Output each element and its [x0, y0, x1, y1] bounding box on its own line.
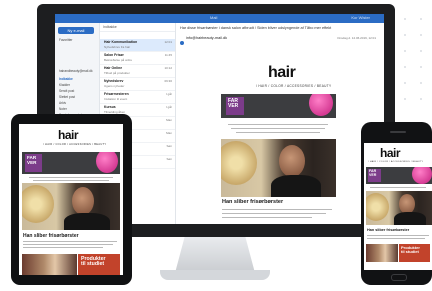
- message-list-title: Indbakke: [103, 25, 117, 29]
- sender-avatar: [180, 41, 184, 45]
- phone-home-button[interactable]: [391, 274, 407, 281]
- phone-speaker: [390, 131, 406, 133]
- email-date: Onsdag d. 12.06.2019, 12:01: [337, 36, 376, 40]
- products-banner[interactable]: Produkter til studiet: [78, 254, 120, 275]
- message-row[interactable]: Hair Online Tilbud på produkter 10:12: [100, 65, 175, 78]
- favorites-header[interactable]: Favoritter: [59, 38, 72, 42]
- newsletter-photo: [22, 183, 120, 230]
- newsletter-banner: FAR VER: [22, 152, 120, 174]
- newsletter-banner: FAR VER: [221, 94, 336, 118]
- folder-inbox[interactable]: Indbakke: [59, 77, 73, 81]
- new-mail-button[interactable]: Ny e-mail: [58, 27, 94, 34]
- newsletter-headline: Han sliber frisørbørster: [23, 233, 79, 239]
- email-subject: Har disse frisørbørster i dansk salon af…: [180, 26, 332, 30]
- newsletter-tagline: / HAIR / COLOR / ACCESSORIES / BEAUTY: [256, 84, 332, 88]
- newsletter-photo: [221, 139, 336, 197]
- monitor-stand: [175, 237, 255, 273]
- folder-sent[interactable]: Sendt post: [59, 89, 74, 93]
- message-row[interactable]: Hair Kommunikation Nyhedsbrev fra hair 12:…: [100, 39, 175, 52]
- user-name[interactable]: Kor Wister: [351, 15, 370, 20]
- product-photo: [22, 254, 77, 275]
- newsletter-logo: hair: [58, 128, 79, 142]
- newsletter-logo: hair: [268, 64, 296, 81]
- message-row[interactable]: Frisørmesteren Invitation til event I går: [100, 91, 175, 104]
- folder-deleted[interactable]: Slettet post: [59, 95, 75, 99]
- products-banner[interactable]: Produkter til studiet: [399, 244, 430, 262]
- tablet-screen: hair / HAIR / COLOR / ACCESSORIES / BEAU…: [19, 124, 123, 275]
- newsletter-logo: hair: [380, 146, 401, 160]
- email-sender[interactable]: info@hairbeauty-mail.dk: [186, 36, 227, 40]
- monitor-stand-base: [160, 270, 270, 280]
- folder-notes[interactable]: Noter: [59, 107, 67, 111]
- outlook-title-bar: Mail Kor Wister: [55, 14, 384, 23]
- message-row[interactable]: Salon Frisør Bekræftelse på ordre 11:45: [100, 52, 175, 65]
- account-name[interactable]: hairandbeauty@mail.dk: [59, 69, 93, 73]
- phone-screen: hair / HAIR / COLOR / ACCESSORIES / BEAU…: [364, 143, 432, 270]
- folder-drafts[interactable]: Kladder: [59, 83, 70, 87]
- newsletter-tagline: / HAIR / COLOR / ACCESSORIES / BEAUTY: [43, 143, 107, 146]
- product-photo: [366, 244, 398, 262]
- newsletter-headline: Han sliber frisørbørster: [367, 228, 410, 232]
- message-list-header: Indbakke: [100, 23, 175, 32]
- newsletter-photo: [366, 191, 432, 225]
- window-title: Mail: [210, 15, 218, 20]
- newsletter-banner: FAR VER: [366, 167, 432, 184]
- reading-pane: Har disse frisørbørster i dansk salon af…: [176, 23, 384, 224]
- newsletter-tagline: / HAIR / COLOR / ACCESSORIES / BEAUTY: [368, 161, 424, 163]
- folder-archive[interactable]: Arkiv: [59, 101, 66, 105]
- message-row[interactable]: Nyhedsbrev Ugens nyheder 09:30: [100, 78, 175, 91]
- newsletter-headline: Han sliber frisørbørster: [222, 199, 284, 205]
